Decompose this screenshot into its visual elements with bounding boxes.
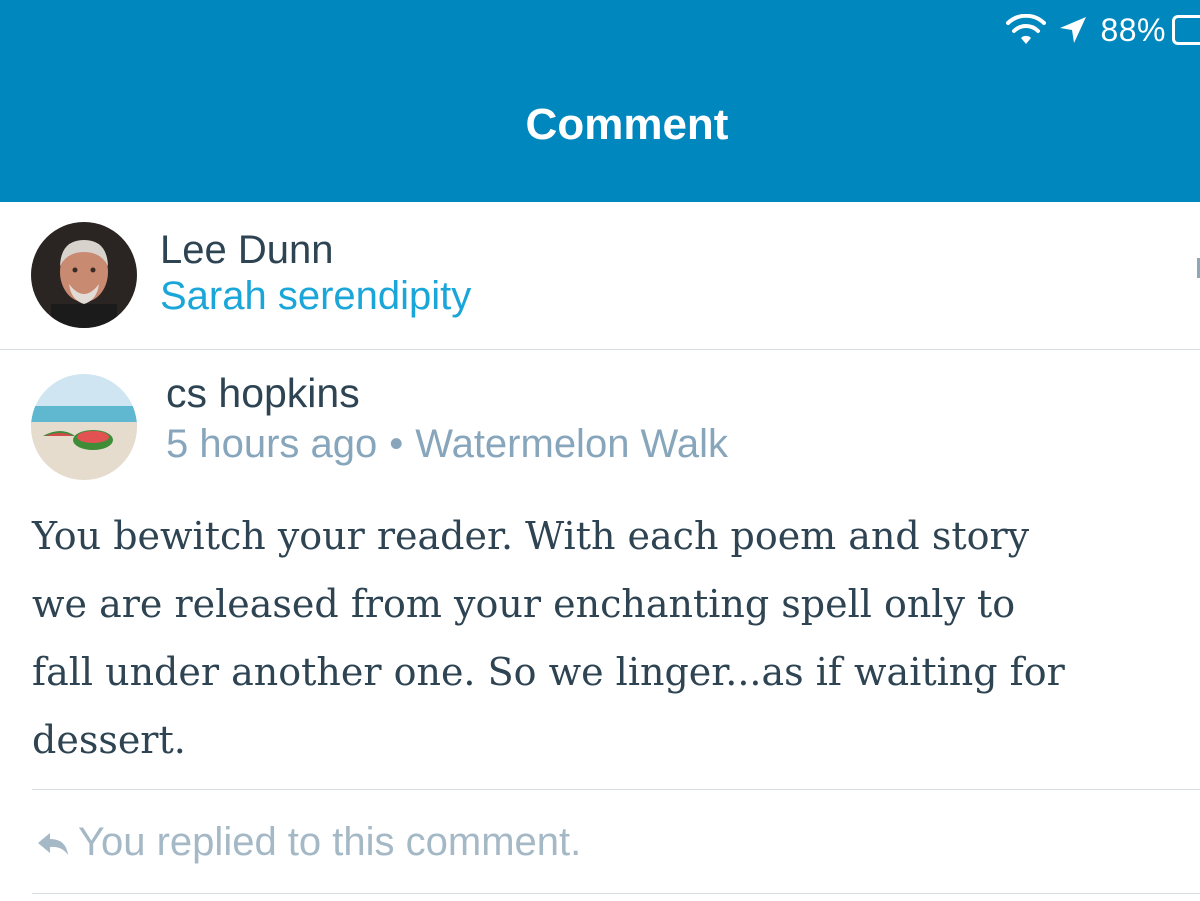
avatar-commenter[interactable] [31, 374, 137, 480]
comment-body: You bewitch your reader. With each poem … [32, 514, 1065, 762]
post-site-link[interactable]: Sarah serendipity [160, 274, 471, 319]
wifi-icon [1006, 14, 1047, 44]
reply-status-text: You replied to this comment. [78, 820, 582, 864]
meta-separator: • [389, 422, 404, 466]
divider [32, 893, 1200, 894]
page-title: Comment [525, 100, 729, 149]
comment-meta: 5 hours ago • Watermelon Walk [166, 422, 728, 467]
post-author-name: Lee Dunn [160, 228, 334, 272]
battery-percent: 88% [1100, 11, 1166, 48]
status-bar: 88% [1006, 8, 1200, 52]
reply-icon [38, 832, 68, 855]
comment-post-title-link[interactable]: Watermelon Walk [415, 422, 728, 466]
location-arrow-icon [1060, 17, 1087, 43]
post-header[interactable]: Lee Dunn Sarah serendipity [0, 202, 1200, 350]
avatar-post-author[interactable] [31, 222, 137, 328]
comment-time: 5 hours ago [166, 422, 378, 466]
reply-status[interactable]: You replied to this comment. [36, 820, 581, 865]
divider [32, 789, 1200, 790]
app-header: 88% Comment [0, 0, 1200, 202]
comment-author-name[interactable]: cs hopkins [166, 370, 360, 417]
battery-icon [1172, 15, 1200, 45]
